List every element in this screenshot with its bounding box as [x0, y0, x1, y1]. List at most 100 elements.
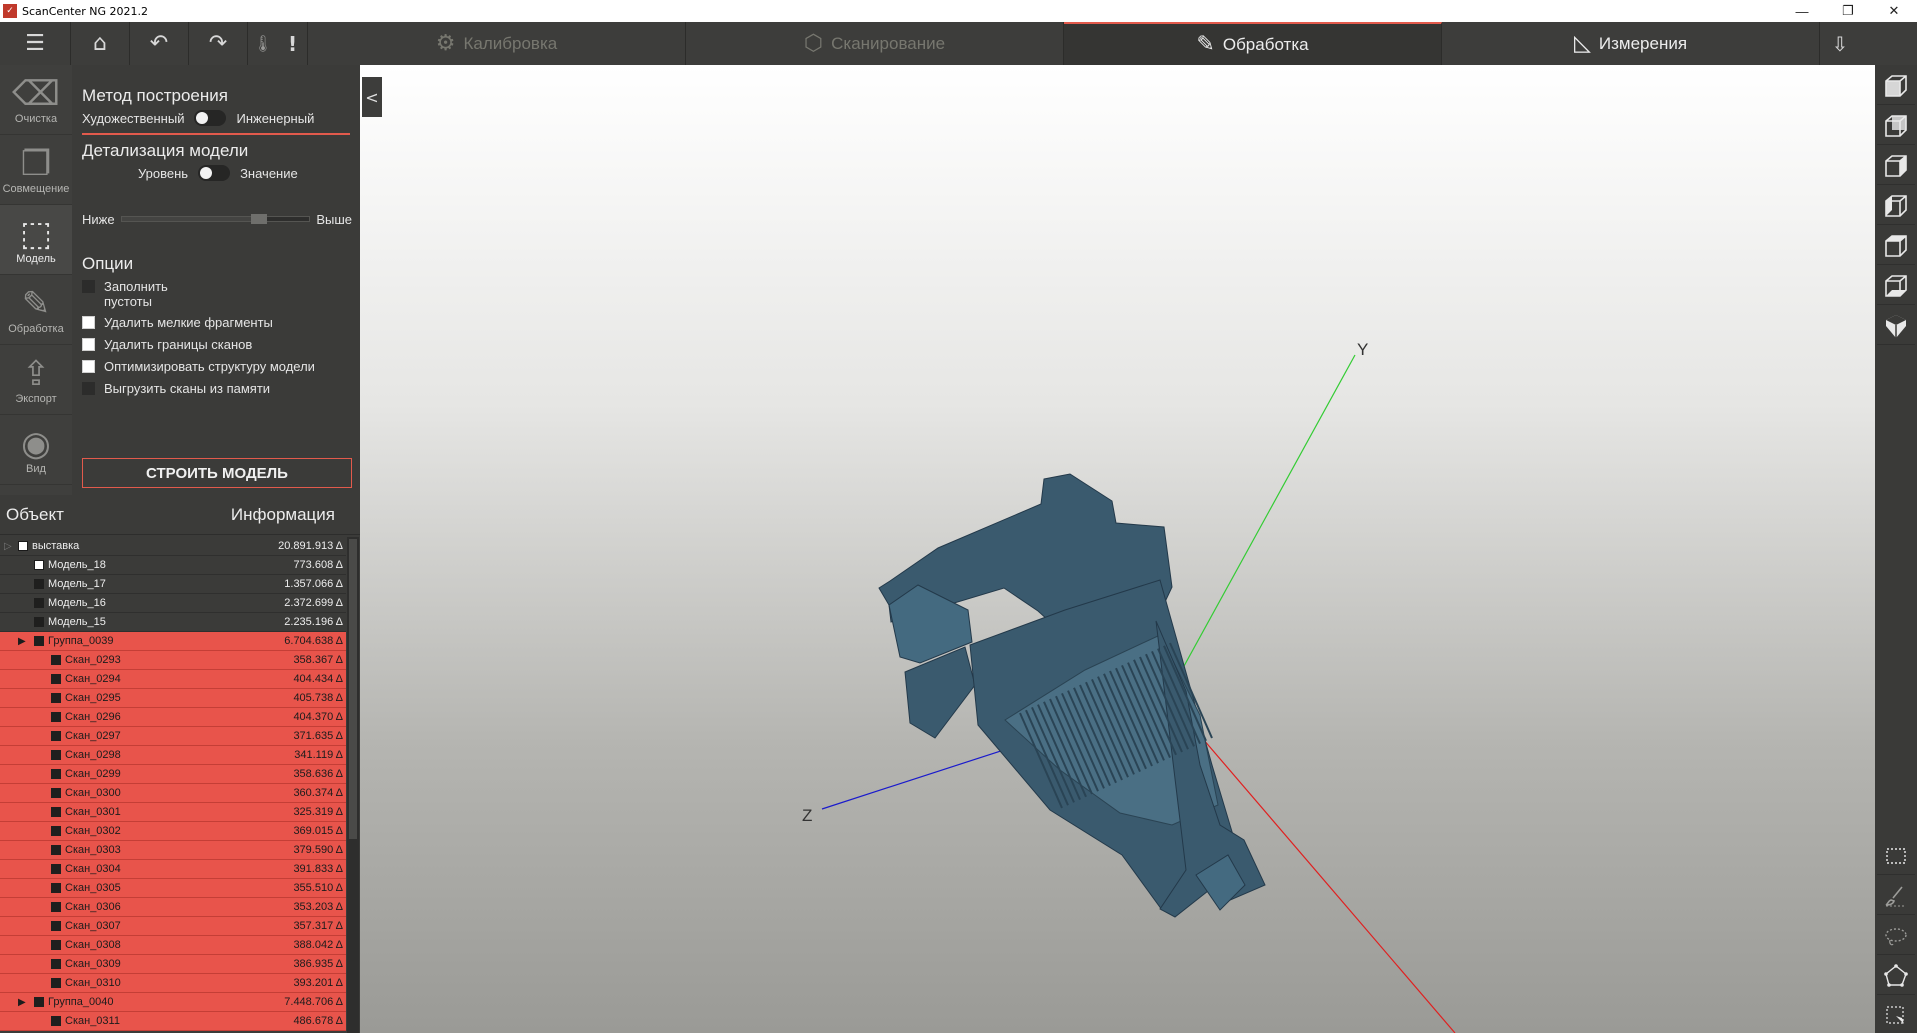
object-row[interactable]: Скан_0305 355.510 Δ [0, 879, 346, 898]
object-row[interactable]: Скан_0303 379.590 Δ [0, 841, 346, 860]
visibility-checkbox[interactable] [51, 959, 61, 969]
object-row[interactable]: Модель_16 2.372.699 Δ [0, 594, 346, 613]
object-row[interactable]: Скан_0302 369.015 Δ [0, 822, 346, 841]
object-row[interactable]: Скан_0300 360.374 Δ [0, 784, 346, 803]
visibility-checkbox[interactable] [51, 1016, 61, 1026]
visibility-checkbox[interactable] [51, 655, 61, 665]
rect-select-button[interactable] [1877, 837, 1915, 875]
nav-alignment[interactable]: ❐ Совмещение [0, 135, 72, 205]
tab-calibration[interactable]: ⚙ Калибровка [308, 22, 686, 65]
object-row[interactable]: Скан_0309 386.935 Δ [0, 955, 346, 974]
option-checkbox[interactable] [82, 280, 95, 293]
undo-button[interactable]: ↶ [130, 22, 189, 65]
visibility-checkbox[interactable] [51, 693, 61, 703]
visibility-checkbox[interactable] [34, 997, 44, 1007]
visibility-checkbox[interactable] [51, 902, 61, 912]
object-row[interactable]: Скан_0308 388.042 Δ [0, 936, 346, 955]
detail-slider[interactable] [120, 214, 311, 224]
expand-arrow-icon[interactable]: ▶ [18, 997, 28, 1008]
object-row[interactable]: Скан_0293 358.367 Δ [0, 651, 346, 670]
home-button[interactable]: ⌂ [71, 22, 130, 65]
brush-select-button[interactable] [1877, 877, 1915, 915]
visibility-checkbox[interactable] [34, 598, 44, 608]
visibility-checkbox[interactable] [51, 826, 61, 836]
visibility-checkbox[interactable] [51, 940, 61, 950]
object-row[interactable]: Скан_0310 393.201 Δ [0, 974, 346, 993]
minimize-button[interactable]: — [1779, 0, 1825, 22]
scrollbar-thumb[interactable] [349, 539, 357, 839]
redo-button[interactable]: ↷ [189, 22, 248, 65]
tab-scanning[interactable]: ⬡ Сканирование [686, 22, 1064, 65]
visibility-checkbox[interactable] [51, 750, 61, 760]
view-back-button[interactable] [1877, 107, 1915, 145]
visibility-checkbox[interactable] [51, 712, 61, 722]
visibility-checkbox[interactable] [34, 560, 44, 570]
visibility-checkbox[interactable] [51, 978, 61, 988]
build-model-button[interactable]: СТРОИТЬ МОДЕЛЬ [82, 458, 352, 488]
object-row[interactable]: ▶ Группа_0039 6.704.638 Δ [0, 632, 346, 651]
object-row[interactable]: Скан_0307 357.317 Δ [0, 917, 346, 936]
visibility-checkbox[interactable] [34, 617, 44, 627]
object-row[interactable]: Скан_0299 358.636 Δ [0, 765, 346, 784]
object-list-scrollbar[interactable] [347, 537, 359, 1033]
option-unload-scans[interactable]: Выгрузить сканы из памяти [82, 381, 270, 396]
nav-view[interactable]: ◉ Вид [0, 415, 72, 485]
option-checkbox[interactable] [82, 360, 95, 373]
visibility-checkbox[interactable] [51, 921, 61, 931]
nav-processing[interactable]: ✎ Обработка [0, 275, 72, 345]
visibility-checkbox[interactable] [34, 579, 44, 589]
view-front-button[interactable] [1877, 67, 1915, 105]
object-row[interactable]: Скан_0298 341.119 Δ [0, 746, 346, 765]
temperature-button[interactable]: 🌡 [248, 22, 278, 65]
visibility-checkbox[interactable] [51, 769, 61, 779]
close-button[interactable]: ✕ [1871, 0, 1917, 22]
menu-button[interactable]: ☰ [0, 22, 71, 65]
build-method-toggle[interactable] [194, 110, 227, 126]
object-row[interactable]: Модель_18 773.608 Δ [0, 556, 346, 575]
object-row[interactable]: Скан_0296 404.370 Δ [0, 708, 346, 727]
tab-processing[interactable]: ✎ Обработка [1064, 22, 1442, 65]
object-row[interactable]: Скан_0301 325.319 Δ [0, 803, 346, 822]
visibility-checkbox[interactable] [51, 807, 61, 817]
scanned-3d-model[interactable] [878, 473, 1266, 918]
expand-arrow-icon[interactable]: ▶ [18, 636, 28, 647]
view-left-button[interactable] [1877, 147, 1915, 185]
object-row[interactable]: Скан_0294 404.434 Δ [0, 670, 346, 689]
option-remove-small-fragments[interactable]: Удалить мелкие фрагменты [82, 315, 273, 330]
object-row[interactable]: Скан_0295 405.738 Δ [0, 689, 346, 708]
visibility-checkbox[interactable] [51, 731, 61, 741]
visibility-checkbox[interactable] [51, 864, 61, 874]
option-fill-holes[interactable]: Заполнить пустоты [82, 279, 168, 309]
option-checkbox[interactable] [82, 382, 95, 395]
visibility-checkbox[interactable] [18, 541, 28, 551]
nav-export[interactable]: ⇪ Экспорт [0, 345, 72, 415]
3d-viewport[interactable]: Y Z < [360, 65, 1875, 1033]
alert-button[interactable]: ! [278, 22, 308, 65]
visibility-checkbox[interactable] [51, 845, 61, 855]
polygon-select-button[interactable] [1877, 957, 1915, 995]
object-row[interactable]: Модель_15 2.235.196 Δ [0, 613, 346, 632]
view-bottom-button[interactable] [1877, 267, 1915, 305]
option-optimize-structure[interactable]: Оптимизировать структуру модели [82, 359, 315, 374]
visibility-checkbox[interactable] [51, 883, 61, 893]
visibility-checkbox[interactable] [51, 674, 61, 684]
nav-model[interactable]: ⬚ Модель [0, 205, 72, 275]
point-select-button[interactable] [1877, 997, 1915, 1033]
restore-button[interactable]: ❐ [1825, 0, 1871, 22]
download-button[interactable]: ⇩ [1820, 22, 1860, 65]
lasso-select-button[interactable] [1877, 917, 1915, 955]
visibility-checkbox[interactable] [51, 788, 61, 798]
object-row[interactable]: ▶ Группа_0040 7.448.706 Δ [0, 993, 346, 1012]
detail-mode-toggle[interactable] [198, 165, 231, 181]
object-row[interactable]: Скан_0311 486.678 Δ [0, 1012, 346, 1031]
collapsed-arrow-icon[interactable]: ▷ [4, 541, 14, 552]
option-remove-scan-borders[interactable]: Удалить границы сканов [82, 337, 252, 352]
collapse-panel-button[interactable]: < [362, 77, 382, 117]
view-top-button[interactable] [1877, 227, 1915, 265]
object-row[interactable]: Скан_0304 391.833 Δ [0, 860, 346, 879]
view-right-button[interactable] [1877, 187, 1915, 225]
visibility-checkbox[interactable] [34, 636, 44, 646]
slider-thumb[interactable] [250, 214, 267, 224]
object-row[interactable]: Модель_17 1.357.066 Δ [0, 575, 346, 594]
nav-cleanup[interactable]: ⌫ Очистка [0, 65, 72, 135]
